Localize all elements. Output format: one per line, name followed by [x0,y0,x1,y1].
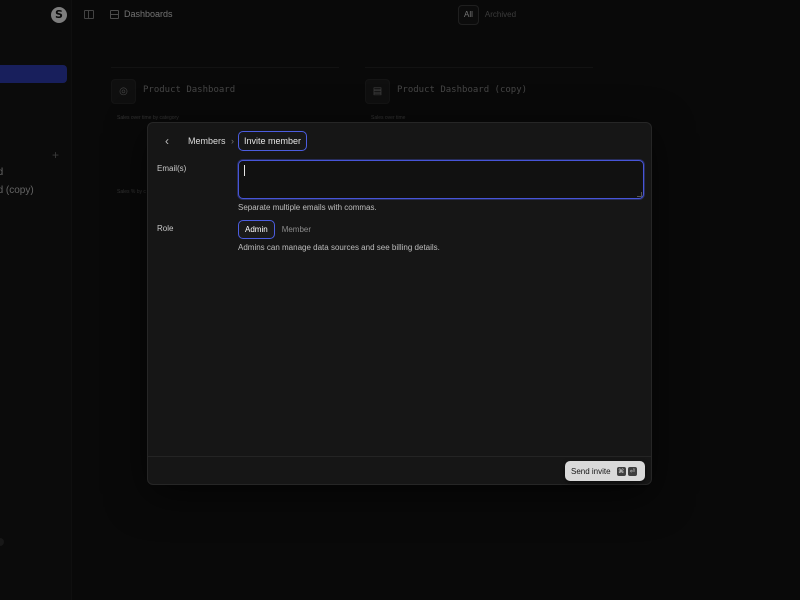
email-input[interactable] [238,160,644,199]
send-invite-label: Send invite [571,466,611,476]
breadcrumb-members[interactable]: Members [188,136,226,146]
role-selector: Admin Member [238,220,318,240]
email-label: Email(s) [157,164,187,173]
role-option-admin[interactable]: Admin [238,220,275,239]
breadcrumb-invite-member: Invite member [238,131,308,151]
enter-key-icon: ⏎ [627,466,637,476]
command-key-icon: ⌘ [616,466,626,476]
role-option-member[interactable]: Member [275,220,318,239]
resize-handle-icon[interactable] [637,192,642,197]
dialog-footer-divider [148,456,651,457]
invite-member-dialog: ‹ Members › Invite member Email(s) Separ… [147,122,652,485]
breadcrumb-separator-icon: › [231,136,234,146]
role-label: Role [157,224,174,233]
role-hint: Admins can manage data sources and see b… [238,243,440,252]
text-caret [244,165,245,176]
email-hint: Separate multiple emails with commas. [238,203,377,212]
send-invite-button[interactable]: Send invite ⌘ ⏎ [565,461,645,481]
back-chevron-icon[interactable]: ‹ [160,134,174,148]
